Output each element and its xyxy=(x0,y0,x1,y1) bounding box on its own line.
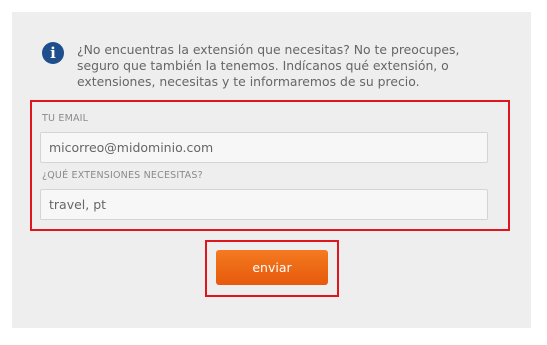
send-button[interactable]: enviar xyxy=(216,250,328,285)
form-highlight-box: TU EMAIL ¿QUÉ EXTENSIONES NECESITAS? xyxy=(30,100,510,231)
extensions-field[interactable] xyxy=(40,189,488,220)
extensions-label: ¿QUÉ EXTENSIONES NECESITAS? xyxy=(42,170,203,181)
email-label: TU EMAIL xyxy=(42,113,89,124)
email-field[interactable] xyxy=(40,132,488,163)
request-extension-panel: i ¿No encuentras la extensión que necesi… xyxy=(12,12,531,328)
info-text: ¿No encuentras la extensión que necesita… xyxy=(77,42,460,89)
button-highlight-box: enviar xyxy=(205,240,339,297)
info-icon: i xyxy=(42,42,64,64)
